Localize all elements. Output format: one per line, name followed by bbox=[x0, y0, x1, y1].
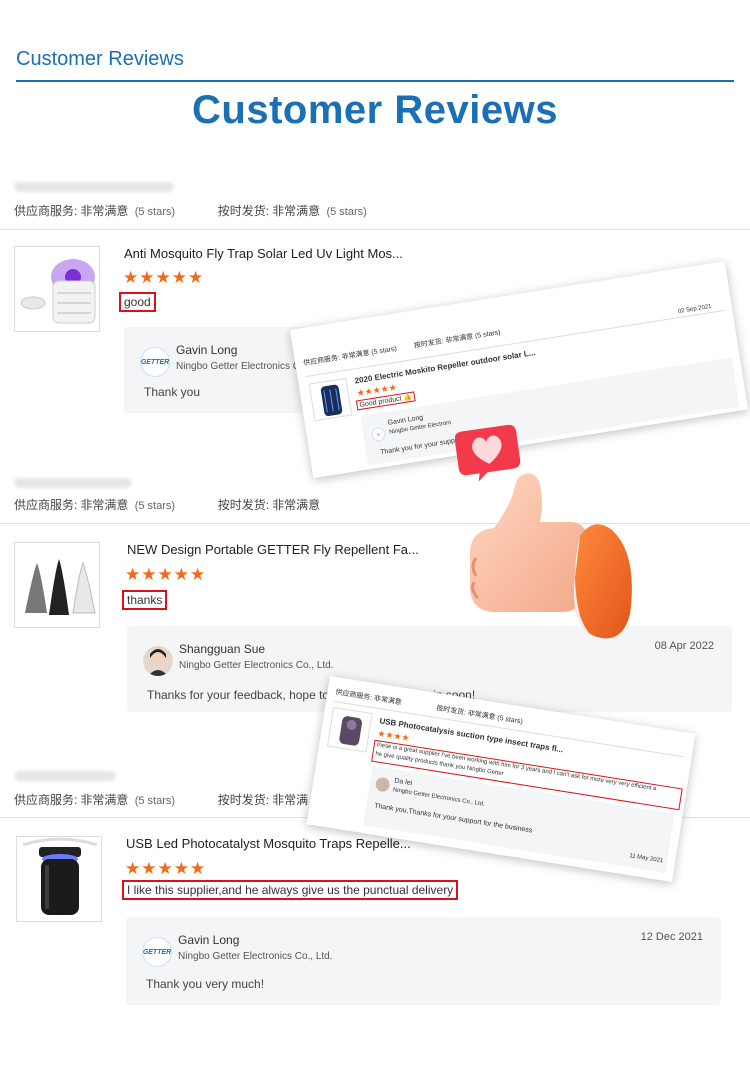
getter-logo-icon: GETTER bbox=[142, 937, 172, 967]
product-title-link[interactable]: NEW Design Portable GETTER Fly Repellent… bbox=[127, 542, 419, 557]
review-3-ratings: 供应商服务: 非常满意 (5 stars) 按时发货: 非常满 bbox=[14, 793, 309, 807]
reply-date: 08 Apr 2022 bbox=[654, 640, 714, 652]
product-thumbnail[interactable] bbox=[14, 542, 100, 628]
review-comment: thanks bbox=[122, 590, 168, 610]
buyer-name-blurred bbox=[14, 478, 132, 488]
reply-author: Gavin Long bbox=[178, 933, 240, 947]
product-thumbnail[interactable] bbox=[14, 246, 100, 332]
reply-message: Thank you bbox=[144, 385, 201, 399]
reply-author: Shangguan Sue bbox=[179, 642, 266, 656]
buyer-name-blurred bbox=[14, 771, 116, 781]
getter-logo-icon: GETTER bbox=[140, 347, 170, 377]
reply-date: 12 Dec 2021 bbox=[640, 931, 703, 943]
rating-stars: ★★★★★ bbox=[125, 565, 207, 584]
rating-stars: ★★★★★ bbox=[125, 859, 207, 878]
review-2-ratings: 供应商服务: 非常满意 (5 stars) 按时发货: 非常满意 bbox=[14, 498, 321, 512]
review-1-ratings: 供应商服务: 非常满意 (5 stars) 按时发货: 非常满意 (5 stars) bbox=[14, 204, 367, 218]
buyer-name-blurred bbox=[14, 182, 174, 192]
review-comment: I like this supplier,and he always give … bbox=[122, 880, 459, 900]
product-thumbnail[interactable] bbox=[16, 836, 102, 922]
reply-message: Thank you very much! bbox=[146, 977, 265, 991]
product-thumbnail bbox=[326, 706, 373, 753]
overlay-ratings: 供应商服务: 非常满意 bbox=[334, 689, 403, 707]
product-thumbnail bbox=[308, 377, 353, 422]
supplier-reply: GETTER Gavin Long Ningbo Getter Electron… bbox=[126, 917, 721, 1005]
page-title: Customer Reviews bbox=[192, 88, 558, 132]
reply-company: Ningbo Getter Electronics Co., Ltd. bbox=[179, 660, 334, 671]
divider bbox=[0, 229, 750, 230]
avatar bbox=[143, 646, 173, 676]
rating-stars: ★★★★★ bbox=[123, 268, 205, 287]
reply-company: Ningbo Getter Electronics Co., Ltd. bbox=[178, 951, 333, 962]
product-title-link[interactable]: Anti Mosquito Fly Trap Solar Led Uv Ligh… bbox=[124, 246, 403, 261]
section-title: Customer Reviews bbox=[16, 48, 184, 70]
product-title-link[interactable]: USB Led Photocatalyst Mosquito Traps Rep… bbox=[126, 836, 411, 851]
reply-author: Gavin Long bbox=[176, 343, 238, 357]
title-divider bbox=[16, 80, 734, 82]
review-comment: good bbox=[119, 292, 156, 312]
thumbs-up-icon bbox=[462, 466, 642, 646]
